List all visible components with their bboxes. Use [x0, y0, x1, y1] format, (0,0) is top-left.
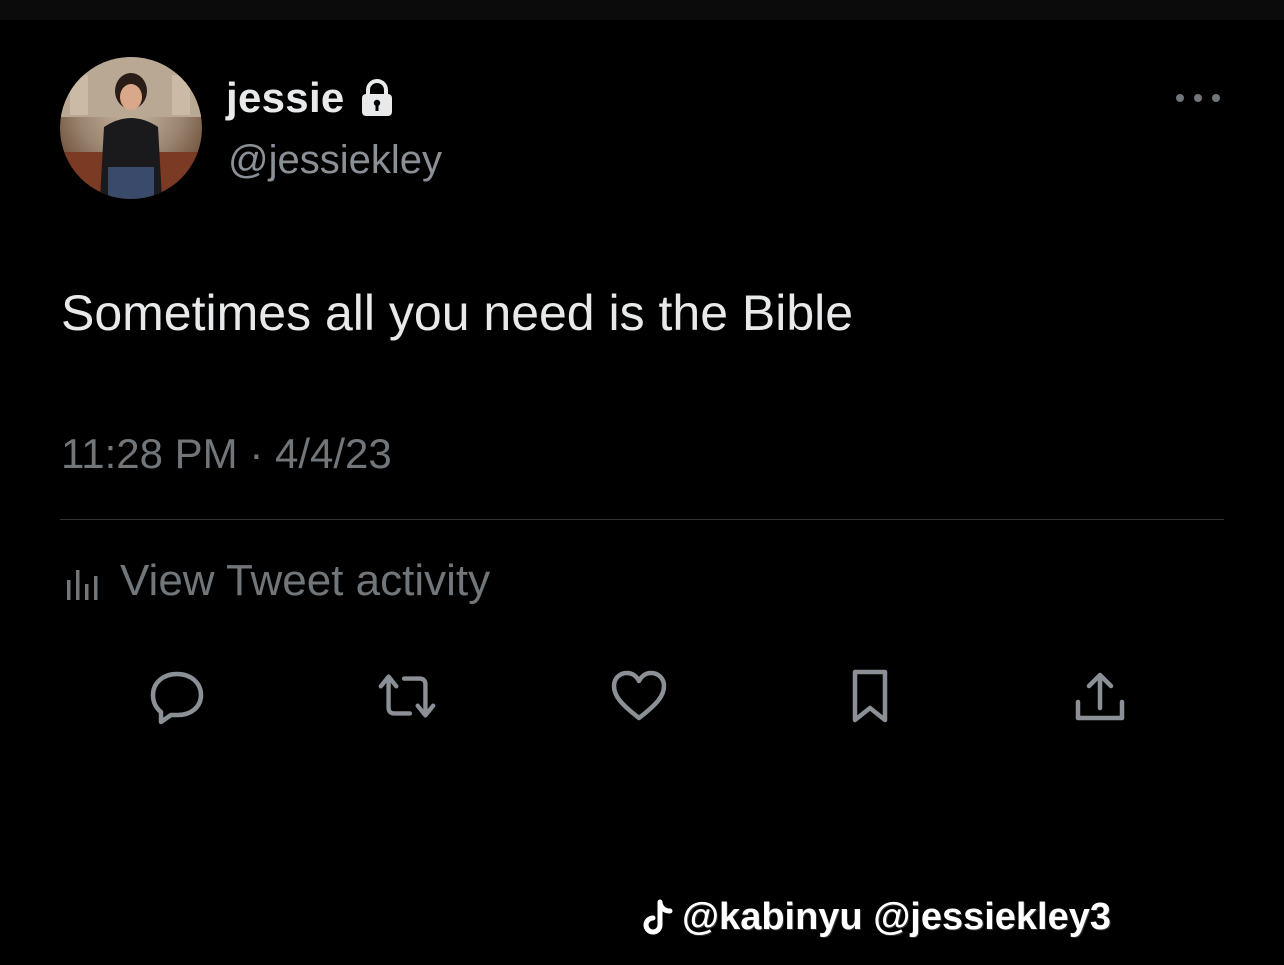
more-options-icon[interactable]	[1176, 90, 1220, 106]
tweet-text: Sometimes all you need is the Bible	[61, 285, 854, 341]
share-icon	[1075, 672, 1125, 721]
view-tweet-activity-link[interactable]: View Tweet activity	[64, 556, 490, 606]
bookmark-icon	[852, 669, 888, 723]
reply-button[interactable]	[145, 664, 209, 728]
heart-icon	[611, 670, 667, 721]
display-name[interactable]: jessie	[226, 74, 395, 122]
bar-chart-icon	[64, 560, 102, 602]
watermark-text: @kabinyu @jessiekley3	[682, 896, 1112, 938]
display-name-text[interactable]: jessie	[226, 74, 345, 122]
retweet-button[interactable]	[375, 664, 439, 728]
user-handle[interactable]: @jessiekley	[228, 138, 442, 183]
like-button[interactable]	[607, 664, 671, 728]
bookmark-button[interactable]	[838, 664, 902, 728]
retweet-icon	[378, 674, 436, 718]
share-button[interactable]	[1068, 664, 1132, 728]
divider	[60, 519, 1224, 520]
tweet-timestamp[interactable]: 11:28 PM · 4/4/23	[61, 430, 392, 478]
avatar[interactable]	[60, 57, 202, 199]
tiktok-icon	[642, 898, 674, 938]
lock-icon	[359, 78, 395, 118]
tiktok-watermark: @kabinyu @jessiekley3	[642, 896, 1111, 939]
view-tweet-activity-label[interactable]: View Tweet activity	[120, 556, 490, 606]
reply-icon	[150, 671, 204, 725]
top-strip	[0, 0, 1284, 20]
